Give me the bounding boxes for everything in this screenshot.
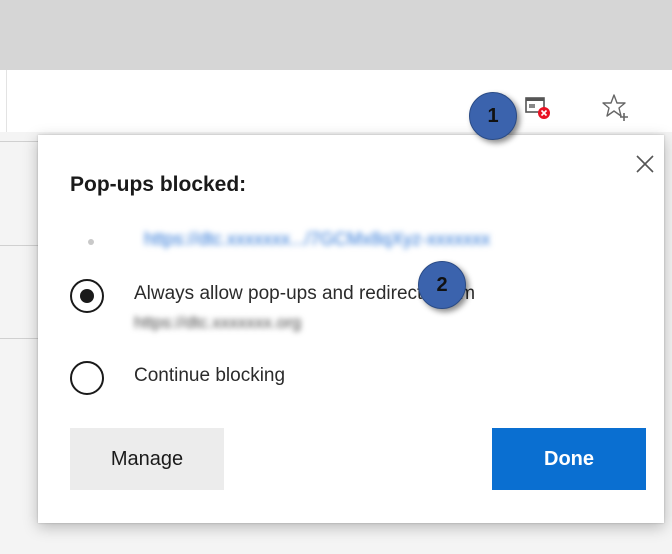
option-site-url: https://dtc.xxxxxxx.org	[134, 313, 302, 332]
page-divider	[0, 141, 40, 142]
browser-title-strip	[0, 0, 672, 70]
page-divider	[0, 338, 40, 339]
blocked-popup-link[interactable]: https://dtc.xxxxxxx.../7GCMx8qXyz-xxxxxx…	[144, 229, 490, 250]
close-icon[interactable]	[634, 153, 656, 175]
badge-number: 1	[487, 105, 499, 127]
option-always-allow[interactable]: Always allow pop-ups and redirects from …	[70, 279, 630, 339]
annotation-badge-1: 1	[469, 92, 517, 140]
radio-button-selected[interactable]	[70, 279, 104, 313]
annotation-badge-2: 2	[418, 261, 466, 309]
popups-blocked-panel: Pop-ups blocked: https://dtc.xxxxxxx.../…	[38, 135, 664, 523]
option-label: Continue blocking	[134, 365, 286, 386]
add-favorite-star-icon[interactable]	[600, 92, 632, 124]
popup-blocked-icon[interactable]	[524, 94, 552, 122]
blocked-popup-item: https://dtc.xxxxxxx.../7GCMx8qXyz-xxxxxx…	[84, 229, 644, 253]
page-divider	[0, 245, 40, 246]
bullet-icon	[88, 239, 94, 245]
browser-toolbar	[6, 70, 672, 132]
radio-button[interactable]	[70, 361, 104, 395]
panel-title: Pop-ups blocked:	[70, 173, 247, 196]
manage-button[interactable]: Manage	[70, 428, 224, 490]
option-continue-blocking[interactable]: Continue blocking	[70, 361, 630, 421]
badge-number: 2	[436, 274, 448, 296]
done-button[interactable]: Done	[492, 428, 646, 490]
